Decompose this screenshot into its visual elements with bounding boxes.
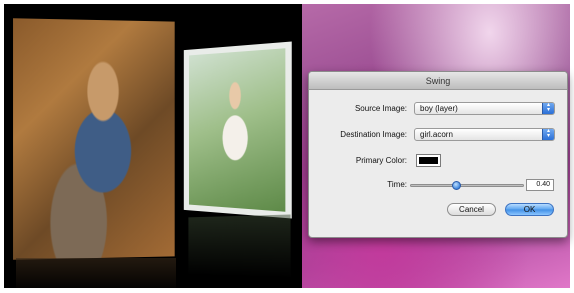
time-slider-knob[interactable]	[451, 181, 461, 190]
popup-arrows-icon: ▴ ▾	[542, 128, 554, 140]
source-photo-boy	[13, 18, 175, 260]
transition-preview-canvas	[4, 4, 302, 288]
source-image-value: boy (layer)	[420, 104, 458, 113]
time-field[interactable]: 0.40	[526, 179, 554, 191]
cancel-button[interactable]: Cancel	[447, 203, 496, 216]
time-row: Time: 0.40	[309, 178, 567, 192]
popup-arrows-icon: ▴ ▾	[542, 102, 554, 114]
destination-image-popup[interactable]: girl.acorn ▴ ▾	[414, 128, 555, 141]
destination-image-value: girl.acorn	[420, 130, 453, 139]
primary-color-label: Primary Color:	[355, 156, 407, 165]
source-image-row: Source Image: boy (layer) ▴ ▾	[309, 102, 567, 116]
time-slider[interactable]	[410, 181, 524, 190]
primary-color-row: Primary Color:	[309, 154, 567, 168]
dialog-title: Swing	[309, 72, 567, 90]
destination-photo-reflection	[188, 214, 291, 278]
time-label: Time:	[387, 180, 407, 189]
destination-image-row: Destination Image: girl.acorn ▴ ▾	[309, 128, 567, 142]
destination-photo-girl	[183, 41, 292, 219]
source-image-label: Source Image:	[354, 104, 407, 113]
destination-image-label: Destination Image:	[340, 130, 407, 139]
ok-button[interactable]: OK	[505, 203, 554, 216]
primary-color-swatch	[419, 157, 438, 164]
screenshot: Swing Source Image: boy (layer) ▴ ▾ Desti…	[0, 0, 574, 293]
source-image-popup[interactable]: boy (layer) ▴ ▾	[414, 102, 555, 115]
source-photo-reflection	[16, 258, 176, 288]
swing-dialog: Swing Source Image: boy (layer) ▴ ▾ Desti…	[308, 71, 568, 238]
primary-color-well[interactable]	[416, 154, 441, 167]
